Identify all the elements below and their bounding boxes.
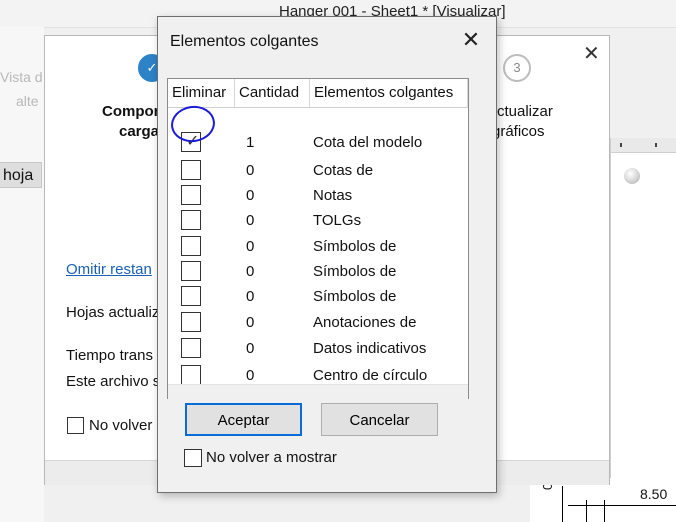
file-status-text: Este archivo s bbox=[66, 373, 161, 390]
left-panel: Vista d alte hoja bbox=[0, 27, 44, 522]
sheets-updated-text: Hojas actualiz bbox=[66, 304, 160, 321]
table-row: 0 Cotas de bbox=[168, 159, 468, 184]
ruler-tick bbox=[620, 143, 622, 147]
drawing-area-right bbox=[610, 138, 676, 522]
horizontal-scrollbar[interactable] bbox=[168, 384, 468, 399]
item-name-cell: Cotas de bbox=[313, 162, 374, 179]
cancel-button[interactable]: Cancelar bbox=[321, 403, 438, 436]
light-bulb-icon[interactable] bbox=[624, 168, 640, 184]
accept-button[interactable]: Aceptar bbox=[185, 403, 302, 436]
dimension-line bbox=[604, 500, 605, 522]
dont-show-again-checkbox[interactable] bbox=[184, 449, 202, 467]
ruler-bar bbox=[611, 138, 676, 153]
left-panel-text: Vista d bbox=[0, 69, 43, 85]
sheet-tab[interactable]: hoja bbox=[0, 162, 42, 188]
skip-link[interactable]: Omitir restan bbox=[66, 261, 152, 278]
column-header-items[interactable]: Elementos colgantes bbox=[310, 79, 468, 107]
step3-title: ctualizar bbox=[497, 103, 553, 120]
dangling-items-list: Eliminar Cantidad Elementos colgantes ✓ … bbox=[167, 78, 469, 399]
quantity-cell: 0 bbox=[246, 212, 255, 229]
step3-title: gráficos bbox=[492, 123, 545, 140]
delete-checkbox[interactable] bbox=[181, 210, 201, 230]
dialog-title: Elementos colgantes bbox=[170, 33, 319, 50]
quantity-cell: 0 bbox=[246, 187, 255, 204]
delete-checkbox[interactable] bbox=[181, 338, 201, 358]
close-icon[interactable]: ✕ bbox=[583, 41, 600, 66]
quantity-cell: 0 bbox=[246, 162, 255, 179]
table-row: 0 Símbolos de bbox=[168, 285, 468, 310]
quantity-cell: 0 bbox=[246, 288, 255, 305]
item-name-cell: Símbolos de bbox=[313, 288, 397, 305]
dont-show-label: No volver bbox=[89, 417, 153, 434]
table-row: 0 Notas bbox=[168, 184, 468, 209]
item-name-cell: Símbolos de bbox=[313, 238, 397, 255]
dont-show-checkbox[interactable] bbox=[67, 417, 84, 434]
dont-show-again-label: No volver a mostrar bbox=[206, 449, 337, 466]
step1-title: carga bbox=[119, 123, 160, 140]
table-row: 0 Símbolos de bbox=[168, 260, 468, 285]
left-panel-text: alte bbox=[16, 93, 39, 109]
table-row: 0 Anotaciones de bbox=[168, 311, 468, 336]
quantity-cell: 0 bbox=[246, 238, 255, 255]
close-icon[interactable]: ✕ bbox=[458, 27, 484, 53]
delete-checkbox[interactable] bbox=[181, 185, 201, 205]
table-row: ✓ 1 Cota del modelo bbox=[168, 131, 468, 156]
quantity-cell: 0 bbox=[246, 314, 255, 331]
item-name-cell: Cota del modelo bbox=[313, 134, 423, 151]
delete-checkbox[interactable] bbox=[181, 365, 201, 385]
ruler-tick bbox=[655, 143, 657, 147]
delete-checkbox[interactable] bbox=[181, 312, 201, 332]
column-header-delete[interactable]: Eliminar bbox=[168, 79, 235, 107]
delete-checkbox[interactable]: ✓ bbox=[181, 132, 201, 152]
delete-checkbox[interactable] bbox=[181, 160, 201, 180]
table-row: 0 Símbolos de bbox=[168, 235, 468, 260]
item-name-cell: Datos indicativos bbox=[313, 340, 427, 357]
dangling-items-dialog: Elementos colgantes ✕ Eliminar Cantidad … bbox=[157, 16, 497, 493]
item-name-cell: Símbolos de bbox=[313, 263, 397, 280]
dimension-line bbox=[562, 486, 563, 522]
time-elapsed-text: Tiempo trans bbox=[66, 347, 153, 364]
step1-title: Compor bbox=[102, 103, 160, 120]
dimension-line bbox=[568, 505, 676, 506]
delete-checkbox[interactable] bbox=[181, 261, 201, 281]
quantity-cell: 0 bbox=[246, 340, 255, 357]
dimension-line bbox=[586, 500, 587, 522]
quantity-cell: 0 bbox=[246, 263, 255, 280]
checkmark-icon: ✓ bbox=[186, 133, 200, 150]
dimension-text: 8.50 bbox=[640, 486, 668, 502]
item-name-cell: TOLGs bbox=[313, 212, 362, 229]
column-header-quantity[interactable]: Cantidad bbox=[235, 79, 310, 107]
step-3-indicator: 3 bbox=[503, 54, 531, 82]
table-row: 0 TOLGs bbox=[168, 209, 468, 234]
quantity-cell: 1 bbox=[246, 134, 255, 151]
item-name-cell: Notas bbox=[313, 187, 353, 204]
delete-checkbox[interactable] bbox=[181, 286, 201, 306]
table-row: 0 Datos indicativos bbox=[168, 337, 468, 362]
delete-checkbox[interactable] bbox=[181, 236, 201, 256]
item-name-cell: Anotaciones de bbox=[313, 314, 417, 331]
list-header: Eliminar Cantidad Elementos colgantes bbox=[168, 79, 468, 108]
